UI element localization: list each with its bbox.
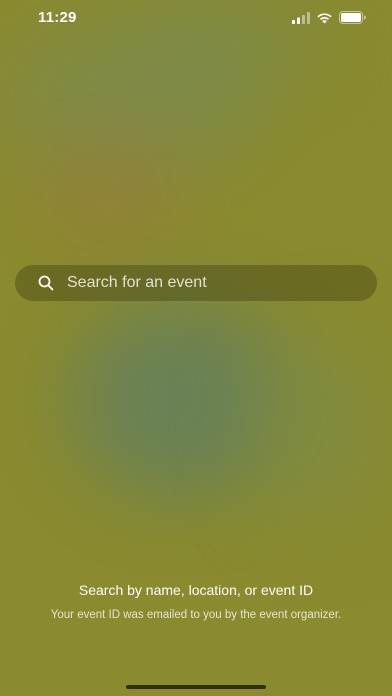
help-title: Search by name, location, or event ID <box>78 582 314 598</box>
search-input[interactable] <box>67 274 367 292</box>
battery-icon <box>339 11 366 24</box>
home-indicator[interactable] <box>126 685 266 689</box>
search-icon <box>37 274 55 292</box>
event-search-screen: 11:29 Search for an event Search by name… <box>0 0 392 696</box>
status-icons <box>292 11 366 24</box>
search-help: Search by name, location, or event ID Yo… <box>0 582 392 623</box>
signal-icon <box>292 11 310 24</box>
search-bar[interactable] <box>15 265 377 301</box>
background-blur <box>250 330 390 530</box>
background-blur <box>70 300 290 500</box>
status-time: 11:29 <box>38 9 77 26</box>
status-bar: 11:29 <box>0 0 392 36</box>
background-blur <box>30 140 180 250</box>
help-subtitle: Your event ID was emailed to you by the … <box>50 609 342 621</box>
wifi-icon <box>316 12 333 24</box>
background-blur <box>0 20 260 180</box>
